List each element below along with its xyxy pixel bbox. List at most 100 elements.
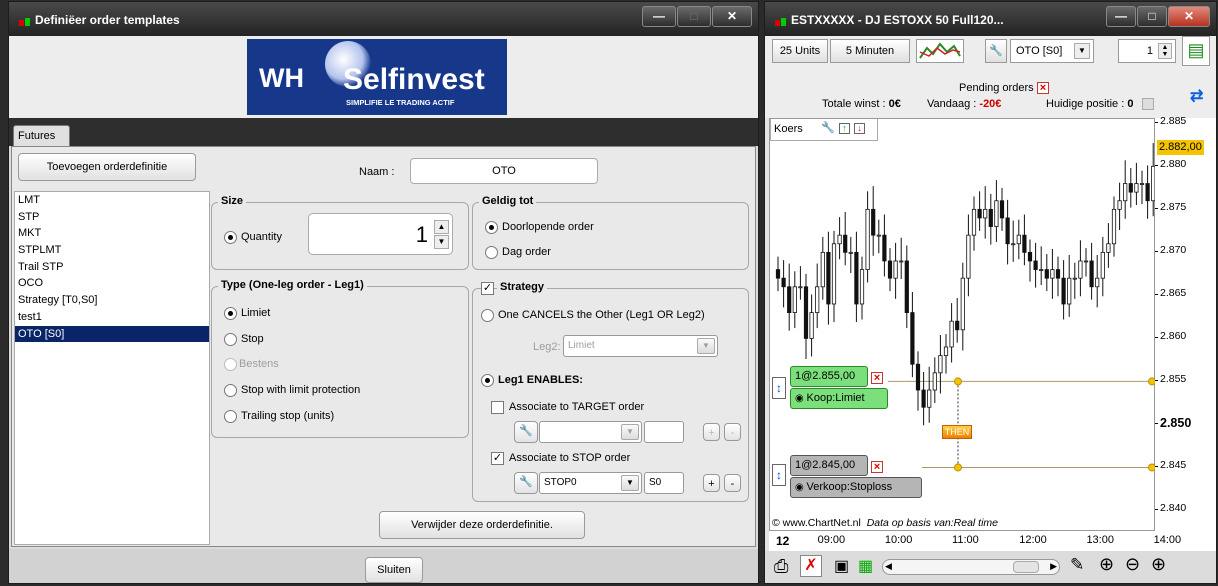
- list-item[interactable]: MKT: [15, 225, 209, 242]
- draw-tool-icon[interactable]: ✎: [1070, 555, 1084, 575]
- stop-code-field[interactable]: S0: [644, 472, 684, 494]
- candle-body: [1022, 234, 1027, 253]
- list-item[interactable]: Strategy [T0,S0]: [15, 292, 209, 309]
- list-item[interactable]: LMT: [15, 192, 209, 209]
- type-trailing-radio[interactable]: [224, 410, 237, 423]
- minimize-button[interactable]: —: [642, 6, 676, 27]
- stop-checkbox[interactable]: ✓: [491, 452, 504, 465]
- add-orderdefinition-button[interactable]: Toevoegen orderdefinitie: [18, 153, 196, 181]
- close-button[interactable]: Sluiten: [365, 557, 423, 583]
- wrench-icon[interactable]: 🔧: [985, 39, 1007, 63]
- stop-select[interactable]: STOP0 ▼: [539, 472, 642, 494]
- print-icon[interactable]: ⎙: [774, 556, 788, 577]
- type-stop-radio[interactable]: [224, 333, 237, 346]
- date-label: 12: [776, 534, 790, 548]
- arrow-down-icon[interactable]: ↓: [854, 123, 865, 134]
- maximize-button[interactable]: □: [1137, 6, 1167, 27]
- list-item[interactable]: STPLMT: [15, 242, 209, 259]
- chevron-down-icon: ▼: [1074, 43, 1090, 59]
- list-item[interactable]: Trail STP: [15, 259, 209, 276]
- valid-until-group: Geldig tot Doorlopende order Dag order: [472, 195, 749, 270]
- chart-scrollbar[interactable]: ◀ ▶: [882, 559, 1060, 575]
- sell-order-label[interactable]: ◉ Verkoop:Stoploss: [790, 477, 922, 498]
- dialog-titlebar[interactable]: Definiëer order templates — □ ✕: [9, 2, 758, 36]
- template-select[interactable]: OTO [S0] ▼: [1010, 39, 1094, 63]
- y-tick: [1155, 208, 1158, 210]
- scroll-right-icon[interactable]: ▶: [1050, 561, 1057, 572]
- y-axis: 2.885 2.880 2.875 2.870 2.865 2.860 2.855 2.850…: [1155, 115, 1216, 531]
- strategy-checkbox[interactable]: ✓: [481, 282, 494, 295]
- maximize-button[interactable]: □: [677, 6, 711, 27]
- logo-area: WH Selfinvest SIMPLIFIE LE TRADING ACTIF: [9, 36, 758, 118]
- layout-icon[interactable]: ▦: [858, 556, 873, 576]
- list-item[interactable]: test1: [15, 309, 209, 326]
- oco-radio[interactable]: [481, 309, 494, 322]
- type-stoplimit-radio[interactable]: [224, 384, 237, 397]
- buy-order-label[interactable]: ◉ Koop:Limiet: [790, 388, 888, 409]
- chart-type-icon[interactable]: [916, 39, 964, 63]
- qty-stepper[interactable]: 1 ▲ ▼: [1118, 39, 1176, 63]
- price-chart[interactable]: Koers 🔧 ↑ ↓ 1@2.855,00 × ◉ Koop:Limiet ↕…: [769, 118, 1156, 531]
- close-window-button[interactable]: ✕: [1168, 6, 1210, 27]
- cancel-buy-order-icon[interactable]: ×: [871, 372, 883, 384]
- scroll-left-icon[interactable]: ◀: [885, 561, 892, 572]
- valid-until-title: Geldig tot: [479, 195, 537, 207]
- x-tick-label: 09:00: [817, 534, 846, 546]
- minimize-button[interactable]: —: [1106, 6, 1136, 27]
- close-position-icon[interactable]: [1142, 98, 1154, 110]
- cancel-pending-icon[interactable]: ×: [1037, 82, 1049, 94]
- app-icon: [775, 14, 787, 26]
- stop-minus-button[interactable]: -: [724, 474, 741, 492]
- sell-order-price[interactable]: 1@2.845,00: [790, 455, 868, 476]
- candle-body: [910, 312, 915, 365]
- strategy-title: Strategy: [497, 281, 548, 293]
- arrow-up-icon[interactable]: ↑: [839, 123, 850, 134]
- list-item[interactable]: STP: [15, 209, 209, 226]
- zoom-fit-icon[interactable]: ⊕: [1099, 554, 1114, 575]
- interval-field[interactable]: 5 Minuten: [830, 39, 910, 63]
- drag-handle-icon[interactable]: ↕: [772, 464, 786, 486]
- leg1-enables-radio[interactable]: [481, 374, 494, 387]
- close-window-button[interactable]: ✕: [712, 6, 752, 27]
- total-profit-value: 0€: [888, 98, 901, 110]
- reverse-position-icon[interactable]: ⇄: [1190, 86, 1203, 106]
- save-icon[interactable]: ▣: [834, 556, 849, 576]
- valid-day-radio[interactable]: [485, 246, 498, 259]
- quantity-radio[interactable]: [224, 231, 237, 244]
- scroll-thumb[interactable]: [1013, 561, 1039, 573]
- zoom-out-icon[interactable]: ⊖: [1125, 554, 1140, 575]
- type-limiet-radio[interactable]: [224, 307, 237, 320]
- drag-handle-icon[interactable]: ↕: [772, 377, 786, 399]
- stop-plus-button[interactable]: +: [703, 474, 720, 492]
- order-ticket-icon[interactable]: ▤: [1182, 36, 1210, 66]
- name-input[interactable]: OTO: [410, 158, 598, 184]
- size-title: Size: [218, 195, 247, 207]
- candle-body: [1061, 277, 1066, 305]
- target-checkbox[interactable]: [491, 401, 504, 414]
- delete-orderdefinition-button[interactable]: Verwijder deze orderdefinitie.: [379, 511, 585, 539]
- buy-order-price[interactable]: 1@2.855,00: [790, 366, 868, 387]
- current-position: Huidige positie : 0: [1046, 98, 1133, 110]
- current-price-tag: 2.882,00: [1157, 140, 1204, 156]
- list-item[interactable]: OTO [S0]: [15, 325, 209, 343]
- zoom-in-icon[interactable]: ⊕: [1151, 554, 1166, 575]
- delete-orders-icon[interactable]: ✗: [800, 555, 822, 577]
- cancel-sell-order-icon[interactable]: ×: [871, 461, 883, 473]
- units-field[interactable]: 25 Units: [772, 39, 828, 63]
- stop-wrench-button[interactable]: 🔧: [514, 472, 538, 494]
- chart-titlebar[interactable]: ESTXXXXX - DJ ESTOXX 50 Full120... — □ ✕: [765, 2, 1216, 36]
- candle-body: [1044, 269, 1049, 279]
- target-code-field: [644, 421, 684, 443]
- list-item[interactable]: OCO: [15, 275, 209, 292]
- target-label: Associate to TARGET order: [509, 401, 645, 413]
- quantity-field[interactable]: 1 ▲ ▼: [308, 213, 453, 255]
- wrench-icon[interactable]: 🔧: [821, 121, 835, 134]
- x-axis: 12 09:00 10:00 11:00 12:00 13:00 14:00: [769, 531, 1216, 551]
- valid-gtc-radio[interactable]: [485, 221, 498, 234]
- quantity-up[interactable]: ▲: [434, 220, 449, 234]
- logo-tagline: SIMPLIFIE LE TRADING ACTIF: [346, 98, 455, 107]
- quantity-down[interactable]: ▼: [434, 235, 449, 249]
- tab-futures[interactable]: Futures: [13, 125, 70, 147]
- y-tick-label: 2.850: [1160, 416, 1192, 431]
- order-templates-dialog: Definiëer order templates — □ ✕ WH Selfi…: [8, 1, 759, 584]
